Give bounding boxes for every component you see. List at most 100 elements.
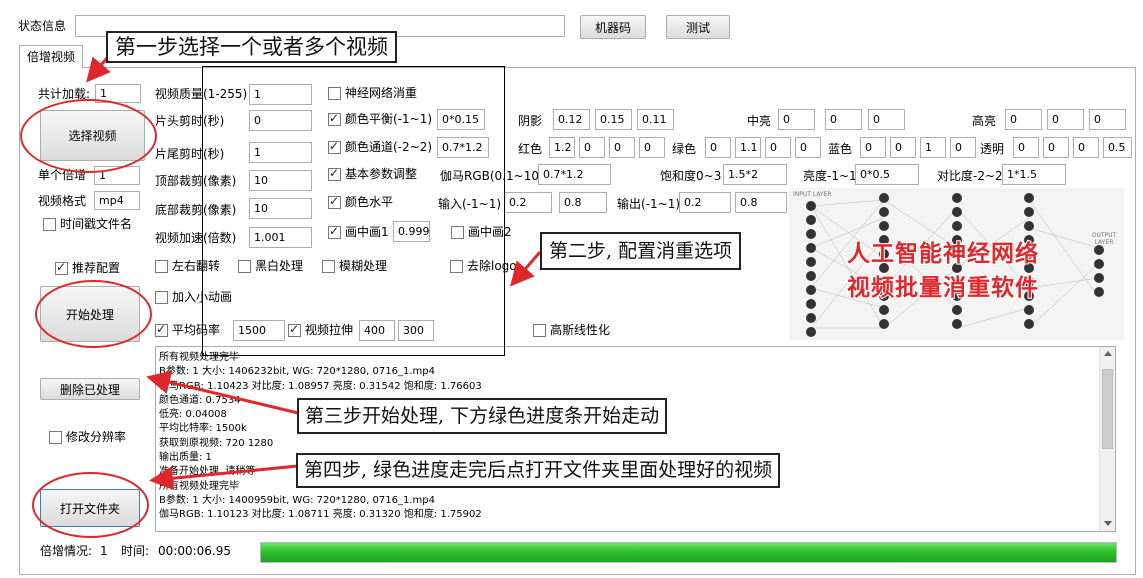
shadow-field[interactable]: 0.12 bbox=[553, 109, 590, 130]
param-label: 片头剪时(秒) bbox=[155, 114, 225, 128]
level-checkbox[interactable] bbox=[328, 194, 341, 209]
input-field[interactable]: 0.2 bbox=[504, 192, 552, 213]
blue-field[interactable]: 0 bbox=[890, 137, 916, 158]
midtone-field[interactable]: 0 bbox=[825, 109, 862, 130]
green-label: 绿色 bbox=[672, 142, 697, 156]
gauss-checkbox[interactable] bbox=[533, 324, 546, 337]
blur-checkbox[interactable] bbox=[322, 260, 335, 273]
brightness-field[interactable]: 0*0.5 bbox=[855, 164, 919, 185]
stretch-label: 视频拉伸 bbox=[305, 323, 354, 337]
green-field[interactable]: 0 bbox=[795, 137, 821, 158]
anim-checkbox[interactable] bbox=[155, 291, 168, 304]
bitrate-label: 平均码率 bbox=[172, 323, 221, 337]
machine-code-button[interactable]: 机器码 bbox=[580, 15, 646, 39]
timestamp-label: 时间戳文件名 bbox=[60, 217, 133, 231]
banner-line-2: 视频批量消重软件 bbox=[846, 274, 1039, 302]
highlight-field[interactable]: 0 bbox=[1089, 109, 1126, 130]
log-scrollbar[interactable] bbox=[1099, 347, 1115, 531]
test-button[interactable]: 测试 bbox=[666, 15, 730, 39]
pip1-label: 画中画1 bbox=[345, 225, 389, 239]
rate-value: 1 bbox=[100, 544, 108, 558]
resolution-checkbox[interactable] bbox=[49, 431, 62, 444]
format-label: 视频格式 bbox=[38, 194, 87, 208]
level-label: 颜色水平 bbox=[345, 195, 394, 209]
basic-checkbox[interactable] bbox=[328, 166, 341, 181]
anim-label: 加入小动画 bbox=[172, 290, 233, 304]
red-field[interactable]: 0 bbox=[639, 137, 665, 158]
shadow-field[interactable]: 0.11 bbox=[637, 109, 674, 130]
green-field[interactable]: 0 bbox=[705, 137, 731, 158]
pip1-field[interactable]: 0.999 bbox=[393, 221, 430, 242]
neural-label: 神经网络消重 bbox=[345, 86, 418, 100]
stretch-checkbox[interactable] bbox=[288, 322, 301, 337]
green-field[interactable]: 0 bbox=[765, 137, 791, 158]
contrast-field[interactable]: 1*1.5 bbox=[1002, 164, 1066, 185]
resolution-label: 修改分辨率 bbox=[66, 430, 127, 444]
blue-field[interactable]: 1 bbox=[920, 137, 946, 158]
param-field[interactable]: 10 bbox=[249, 198, 312, 219]
tab-multiply-video[interactable]: 倍增视频 bbox=[19, 45, 83, 68]
color-balance-checkbox[interactable] bbox=[328, 111, 341, 126]
blue-field[interactable]: 0 bbox=[950, 137, 976, 158]
midtone-field[interactable]: 0 bbox=[868, 109, 905, 130]
highlight-field[interactable]: 0 bbox=[1005, 109, 1042, 130]
scroll-up-icon[interactable] bbox=[1104, 351, 1112, 356]
param-field[interactable]: 1.001 bbox=[249, 227, 312, 248]
gamma-field[interactable]: 0.7*1.2 bbox=[538, 164, 611, 185]
stretch-width-field[interactable]: 400 bbox=[359, 320, 395, 341]
stretch-height-field[interactable]: 300 bbox=[398, 320, 434, 341]
pip2-label: 画中画2 bbox=[468, 225, 512, 239]
blue-label: 蓝色 bbox=[828, 142, 853, 156]
alpha-field[interactable]: 0.5 bbox=[1103, 137, 1132, 158]
shadow-field[interactable]: 0.15 bbox=[595, 109, 632, 130]
input-layer-label: INPUT LAYER bbox=[793, 191, 832, 198]
red-field[interactable]: 0 bbox=[579, 137, 605, 158]
alpha-field[interactable]: 0 bbox=[1043, 137, 1069, 158]
time-value: 00:00:06.95 bbox=[158, 544, 231, 558]
delete-processed-button[interactable]: 删除已处理 bbox=[40, 378, 140, 400]
red-label: 红色 bbox=[518, 142, 543, 156]
param-label: 视频质量(1-255) bbox=[155, 87, 248, 101]
midtone-field[interactable]: 0 bbox=[778, 109, 815, 130]
flip-checkbox[interactable] bbox=[155, 260, 168, 273]
param-label: 视频加速(倍数) bbox=[155, 231, 237, 245]
blur-label: 模糊处理 bbox=[339, 259, 388, 273]
green-field[interactable]: 1.1 bbox=[735, 137, 761, 158]
param-field[interactable]: 0 bbox=[249, 110, 312, 131]
output-field[interactable]: 0.2 bbox=[679, 192, 731, 213]
scroll-thumb[interactable] bbox=[1102, 369, 1113, 449]
pip2-checkbox[interactable] bbox=[451, 226, 464, 239]
input-field[interactable]: 0.8 bbox=[559, 192, 607, 213]
gauss-label: 高斯线性化 bbox=[550, 323, 611, 337]
output-layer-label: OUTPUT LAYER bbox=[1091, 232, 1117, 246]
param-field[interactable]: 1 bbox=[249, 84, 312, 105]
pip1-checkbox[interactable] bbox=[328, 224, 341, 239]
step-4-callout: 第四步, 绿色进度走完后点打开文件夹里面处理好的视频 bbox=[296, 453, 781, 488]
annotation-ring bbox=[35, 280, 152, 348]
bitrate-checkbox[interactable] bbox=[155, 322, 168, 337]
neural-checkbox[interactable] bbox=[328, 87, 341, 100]
log-line: 伽马RGB: 1.10123 对比度: 1.08711 亮度: 0.31320 … bbox=[159, 509, 482, 521]
log-line: 所有视频处理完毕 bbox=[159, 352, 239, 363]
scroll-down-icon[interactable] bbox=[1104, 521, 1112, 526]
saturation-field[interactable]: 1.5*2 bbox=[723, 164, 787, 185]
output-field[interactable]: 0.8 bbox=[735, 192, 787, 213]
red-field[interactable]: 0 bbox=[609, 137, 635, 158]
param-field[interactable]: 1 bbox=[249, 142, 312, 163]
log-textarea[interactable]: 所有视频处理完毕 B参数: 1 大小: 1406232bit, WG: 720*… bbox=[155, 346, 1116, 532]
red-field[interactable]: 1.2 bbox=[549, 137, 575, 158]
bitrate-field[interactable]: 1500 bbox=[233, 320, 285, 341]
blue-field[interactable]: 0 bbox=[860, 137, 886, 158]
bw-checkbox[interactable] bbox=[238, 260, 251, 273]
color-balance-field[interactable]: 0*0.15 bbox=[437, 109, 485, 130]
recommend-checkbox[interactable] bbox=[55, 260, 68, 275]
param-field[interactable]: 10 bbox=[249, 170, 312, 191]
highlight-field[interactable]: 0 bbox=[1047, 109, 1084, 130]
delogo-checkbox[interactable] bbox=[450, 260, 463, 273]
channel-checkbox[interactable] bbox=[328, 139, 341, 154]
timestamp-checkbox[interactable] bbox=[43, 218, 56, 231]
format-field[interactable]: mp4 bbox=[94, 191, 140, 210]
alpha-field[interactable]: 0 bbox=[1013, 137, 1039, 158]
channel-field[interactable]: 0.7*1.2 bbox=[437, 137, 489, 158]
alpha-field[interactable]: 0 bbox=[1073, 137, 1099, 158]
